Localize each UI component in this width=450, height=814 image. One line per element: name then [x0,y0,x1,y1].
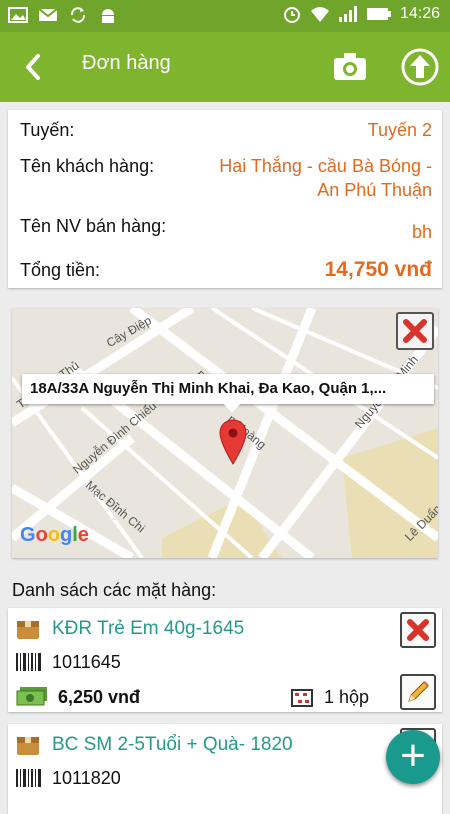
barcode-icon [16,769,41,787]
product-code: 1011820 [52,768,121,788]
customer-label: Tên khách hàng: [20,156,155,176]
total-label: Tổng tiền: [20,260,101,280]
callout-tip [223,403,241,413]
add-item-fab[interactable]: + [386,730,440,784]
sync-icon [70,7,86,23]
wifi-icon [310,7,329,22]
product-quantity: 1 hộp [324,687,370,707]
list-item[interactable]: BC SM 2-5Tuổi + Quà- 1820 1011820 [8,724,442,814]
pencil-icon [408,681,429,702]
seller-value: bh [411,222,432,242]
quantity-icon [291,689,313,707]
back-icon[interactable] [18,50,48,84]
route-label: Tuyến: [20,120,75,140]
image-icon [8,7,28,23]
page-title: Đơn hàng [82,52,171,74]
status-time: 14:26 [399,5,440,22]
barcode-icon [16,653,41,671]
money-icon [16,687,47,706]
android-icon [102,9,114,23]
customer-value-line1: Hai Thắng - cầu Bà Bóng - [219,156,432,176]
mail-icon [38,8,58,21]
box-icon [17,737,39,755]
map-pin-icon[interactable] [218,418,248,466]
product-name: KĐR Trẻ Em 40g-1645 [52,618,245,639]
signal-icon [338,6,357,22]
app-bar: Đơn hàng [0,32,450,102]
map-close-button[interactable] [396,312,434,350]
battery-icon [366,8,391,20]
google-logo: Google [20,524,89,546]
box-icon [17,621,39,639]
alarm-icon [283,7,300,23]
status-bar: 14:26 [0,0,450,32]
delete-item-button[interactable] [400,612,436,648]
map-view[interactable]: Cây Điệp Trần Văn Thủ Nguyễn Đình Chiểu … [12,308,438,558]
camera-icon[interactable] [332,50,368,82]
list-item[interactable]: KĐR Trẻ Em 40g-1645 1011645 6,250 vnđ 1 … [8,608,442,712]
product-list-title: Danh sách các mặt hàng: [12,580,217,600]
customer-value-line2: An Phú Thuận [317,180,432,200]
upload-icon[interactable] [400,47,440,87]
map-address-callout[interactable]: 18A/33A Nguyễn Thị Minh Khai, Đa Kao, Qu… [22,374,434,404]
close-icon [407,619,429,641]
route-value: Tuyến 2 [367,120,432,140]
product-code: 1011645 [52,652,121,672]
total-value: 14,750 vnđ [324,258,432,281]
seller-label: Tên NV bán hàng: [20,216,167,236]
product-name: BC SM 2-5Tuổi + Quà- 1820 [52,734,293,755]
edit-item-button[interactable] [400,674,436,710]
order-info-card: Tuyến: Tuyến 2 Tên khách hàng: Hai Thắng… [8,110,442,288]
product-price: 6,250 vnđ [58,687,141,707]
close-icon [403,319,427,343]
